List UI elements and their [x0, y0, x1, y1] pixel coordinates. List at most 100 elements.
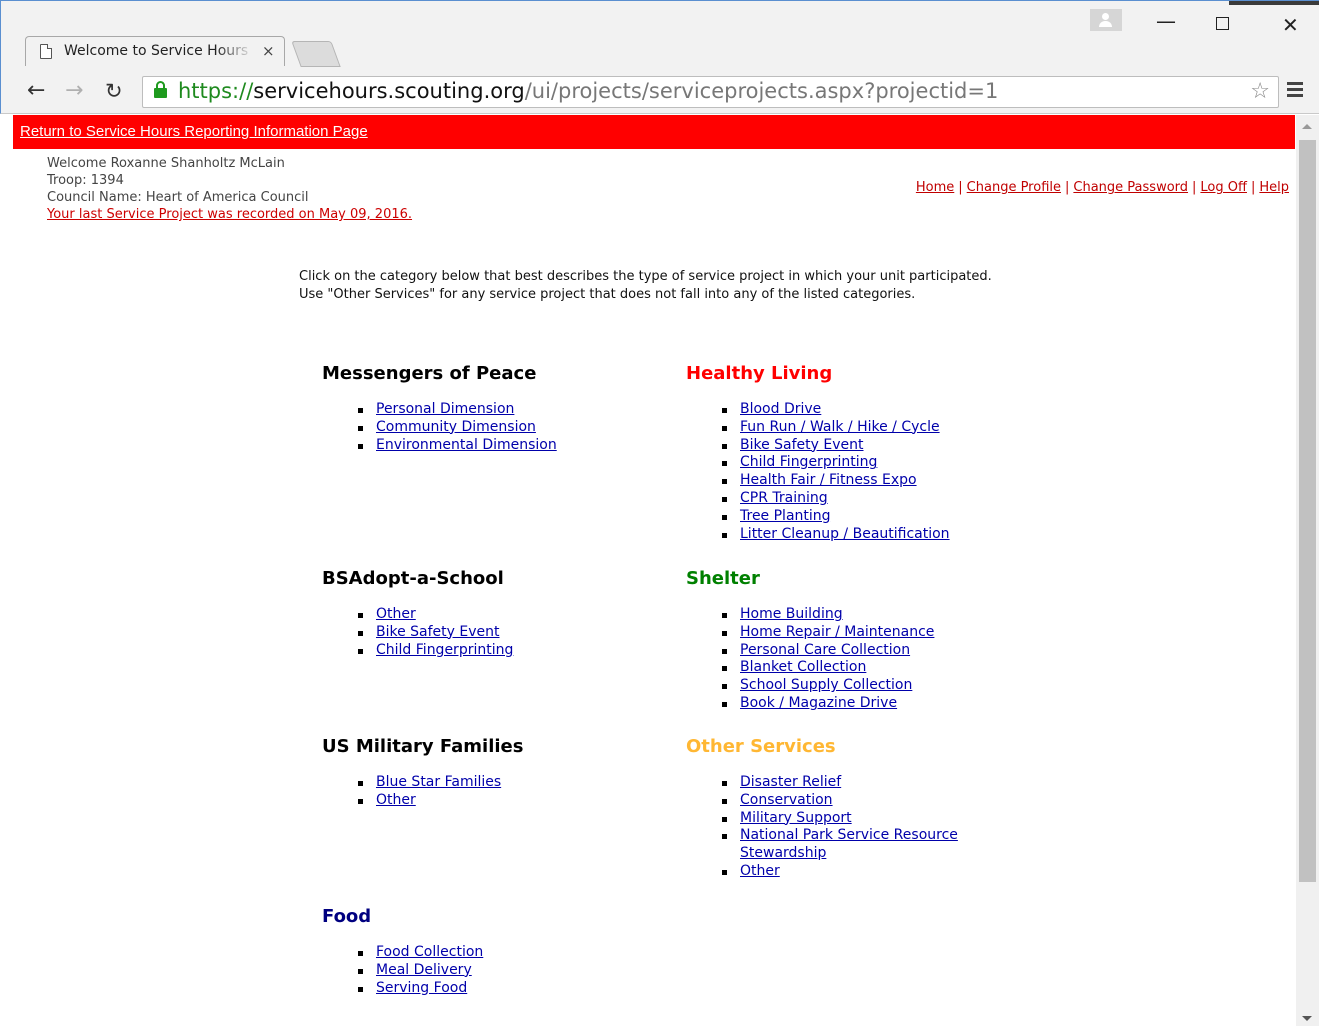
category-link[interactable]: Meal Delivery — [376, 962, 472, 978]
category-title: Healthy Living — [686, 363, 833, 384]
category-link[interactable]: Other — [376, 792, 416, 808]
list-item: Personal Care Collection — [686, 642, 934, 660]
scrollbar-thumb[interactable] — [1299, 140, 1316, 882]
category-link[interactable]: Home Repair / Maintenance — [740, 624, 934, 640]
list-item: Home Repair / Maintenance — [686, 624, 934, 642]
bookmark-star-icon[interactable]: ☆ — [1250, 79, 1270, 104]
category-bsadopt-a-school: BSAdopt-a-School Other Bike Safety Event Ch… — [322, 568, 513, 659]
home-link[interactable]: Home — [916, 180, 954, 195]
category-shelter: Shelter Home Building Home Repair / Mainte… — [686, 568, 934, 713]
close-tab-icon[interactable]: × — [262, 42, 275, 60]
category-link[interactable]: Military Support — [740, 810, 852, 826]
list-item: Meal Delivery — [322, 962, 483, 980]
list-item: School Supply Collection — [686, 677, 934, 695]
list-item: Other — [322, 606, 513, 624]
category-link[interactable]: Serving Food — [376, 980, 467, 996]
page-content: Return to Service Hours Reporting Inform… — [13, 115, 1295, 1026]
top-nav: Home | Change Profile | Change Password | Log … — [915, 180, 1289, 195]
category-link[interactable]: Community Dimension — [376, 419, 536, 435]
return-banner: Return to Service Hours Reporting Inform… — [13, 115, 1295, 149]
category-link[interactable]: Child Fingerprinting — [376, 642, 513, 658]
vertical-scrollbar[interactable] — [1296, 115, 1319, 1026]
category-title: Messengers of Peace — [322, 363, 537, 384]
welcome-text: Welcome Roxanne Shanholtz McLain — [47, 156, 285, 171]
category-link[interactable]: Personal Care Collection — [740, 642, 910, 658]
menu-icon[interactable] — [1287, 82, 1303, 100]
category-link[interactable]: School Supply Collection — [740, 677, 912, 693]
log-off-link[interactable]: Log Off — [1200, 180, 1247, 195]
reload-icon[interactable]: ↻ — [105, 79, 123, 103]
category-link[interactable]: Conservation — [740, 792, 833, 808]
tab-title: Welcome to Service Hours Reporting — [64, 43, 254, 59]
list-item: Book / Magazine Drive — [686, 695, 934, 713]
document-icon — [40, 44, 52, 59]
category-link[interactable]: Environmental Dimension — [376, 437, 557, 453]
close-window-button[interactable]: ✕ — [1282, 15, 1299, 35]
list-item: Food Collection — [322, 944, 483, 962]
category-link[interactable]: Fun Run / Walk / Hike / Cycle — [740, 419, 940, 435]
category-link[interactable]: Food Collection — [376, 944, 483, 960]
minimize-button[interactable]: — — [1156, 11, 1176, 31]
list-item: National Park Service Resource Stewardsh… — [686, 827, 986, 863]
back-arrow-icon[interactable]: ← — [27, 79, 45, 103]
category-link[interactable]: CPR Training — [740, 490, 828, 506]
list-item: Blanket Collection — [686, 659, 934, 677]
category-link[interactable]: Blood Drive — [740, 401, 821, 417]
category-link[interactable]: Personal Dimension — [376, 401, 514, 417]
list-item: Conservation — [686, 792, 986, 810]
return-link[interactable]: Return to Service Hours Reporting Inform… — [20, 123, 368, 140]
forward-arrow-icon[interactable]: → — [65, 79, 83, 103]
list-item: Child Fingerprinting — [686, 454, 950, 472]
list-item: Personal Dimension — [322, 401, 557, 419]
list-item: CPR Training — [686, 490, 950, 508]
list-item: Serving Food — [322, 980, 483, 998]
user-info: Welcome Roxanne Shanholtz McLain Troop: … — [47, 155, 412, 223]
help-link[interactable]: Help — [1259, 180, 1289, 195]
category-link[interactable]: Other — [740, 863, 780, 879]
list-item: Community Dimension — [322, 419, 557, 437]
list-item: Blood Drive — [686, 401, 950, 419]
category-food: Food Food Collection Meal Delivery Serving … — [322, 906, 483, 997]
browser-tab[interactable]: Welcome to Service Hours Reporting × — [25, 36, 285, 66]
category-healthy-living: Healthy Living Blood Drive Fun Run / Walk … — [686, 363, 950, 543]
category-link[interactable]: Disaster Relief — [740, 774, 841, 790]
category-link[interactable]: Child Fingerprinting — [740, 454, 877, 470]
category-link[interactable]: Home Building — [740, 606, 843, 622]
list-item: Bike Safety Event — [686, 437, 950, 455]
url-text[interactable]: https://servicehours.scouting.org/ui/pro… — [178, 79, 998, 103]
category-link[interactable]: National Park Service Resource Stewardsh… — [740, 827, 958, 861]
scroll-down-icon[interactable] — [1302, 1016, 1312, 1021]
list-item: Child Fingerprinting — [322, 642, 513, 660]
list-item: Blue Star Families — [322, 774, 523, 792]
user-profile-icon[interactable] — [1090, 9, 1122, 31]
change-profile-link[interactable]: Change Profile — [967, 180, 1061, 195]
category-other-services: Other Services Disaster Relief Conservatio… — [686, 736, 986, 881]
category-link[interactable]: Health Fair / Fitness Expo — [740, 472, 917, 488]
new-tab-button[interactable] — [291, 41, 341, 67]
category-title: BSAdopt-a-School — [322, 568, 504, 589]
category-link[interactable]: Blue Star Families — [376, 774, 501, 790]
list-item: Military Support — [686, 810, 986, 828]
category-messengers-of-peace: Messengers of Peace Personal Dimension Com… — [322, 363, 557, 454]
list-item: Bike Safety Event — [322, 624, 513, 642]
category-link[interactable]: Bike Safety Event — [376, 624, 500, 640]
category-link[interactable]: Litter Cleanup / Beautification — [740, 526, 950, 542]
category-title: Other Services — [686, 736, 836, 757]
change-password-link[interactable]: Change Password — [1073, 180, 1188, 195]
troop-text: Troop: 1394 — [47, 173, 124, 188]
window-corner — [1229, 1, 1319, 5]
last-project-link[interactable]: Your last Service Project was recorded o… — [47, 206, 412, 223]
category-link[interactable]: Book / Magazine Drive — [740, 695, 897, 711]
lock-icon — [154, 81, 167, 98]
category-title: Food — [322, 906, 372, 927]
maximize-button[interactable] — [1216, 17, 1229, 30]
category-link[interactable]: Other — [376, 606, 416, 622]
list-item: Fun Run / Walk / Hike / Cycle — [686, 419, 950, 437]
category-link[interactable]: Blanket Collection — [740, 659, 866, 675]
category-link[interactable]: Bike Safety Event — [740, 437, 864, 453]
list-item: Other — [686, 863, 986, 881]
category-link[interactable]: Tree Planting — [740, 508, 831, 524]
scroll-up-icon[interactable] — [1302, 124, 1312, 129]
category-title: Shelter — [686, 568, 760, 589]
address-bar[interactable]: https://servicehours.scouting.org/ui/pro… — [142, 76, 1279, 108]
